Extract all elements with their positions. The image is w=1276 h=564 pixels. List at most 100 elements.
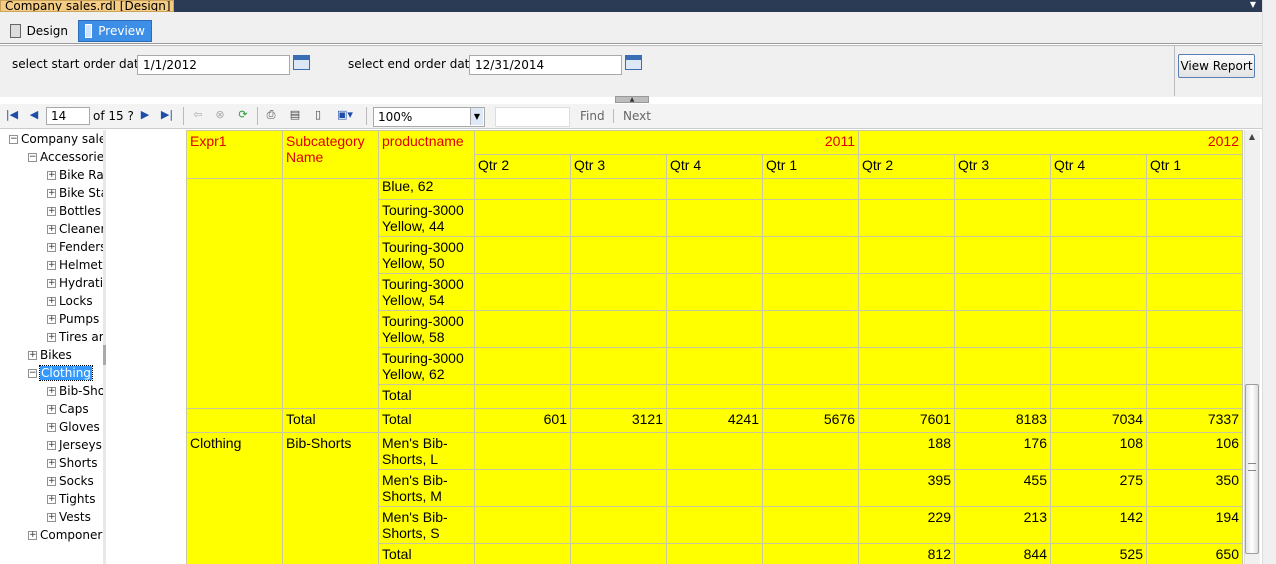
table-cell	[762, 469, 859, 507]
zoom-select[interactable]: 100%	[373, 107, 485, 127]
expand-icon[interactable]: +	[47, 296, 56, 306]
table-row: Clothing Bib-Shorts Men's Bib-Shorts, L 188…	[186, 432, 1243, 564]
view-tab-bar	[0, 12, 1276, 44]
expand-icon[interactable]: +	[47, 404, 56, 414]
tree-node-item[interactable]: + Pumps	[47, 311, 99, 327]
tab-design-label: Design	[26, 24, 68, 38]
table-cell	[1050, 178, 1147, 200]
expand-icon[interactable]: +	[47, 170, 56, 180]
document-tab[interactable]: Company sales.rdl [Design] ✕	[0, 0, 174, 12]
tab-preview[interactable]: Preview	[78, 20, 152, 42]
next-link[interactable]: Next	[623, 109, 651, 123]
expand-icon[interactable]: +	[47, 314, 56, 324]
collapse-icon[interactable]: −	[9, 134, 18, 144]
expand-icon[interactable]: +	[47, 494, 56, 504]
product-name-cell: Men's Bib-Shorts, L	[378, 432, 475, 470]
table-cell: 3121	[570, 408, 667, 433]
chevron-down-icon[interactable]: ▼	[470, 108, 483, 125]
expand-icon[interactable]: +	[47, 458, 56, 468]
last-page-icon[interactable]: ▶|	[160, 108, 174, 122]
table-cell: Total	[378, 408, 475, 433]
stop-icon[interactable]: ⊗	[213, 108, 227, 122]
tree-node-item[interactable]: + Tires ar	[47, 329, 104, 345]
page-setup-icon[interactable]: ▯	[311, 108, 325, 122]
tree-node-clothing[interactable]: − Clothing	[28, 365, 93, 381]
scroll-up-icon[interactable]: ▲	[1246, 132, 1258, 144]
table-cell: 844	[954, 543, 1051, 564]
page-number-input[interactable]	[46, 107, 90, 125]
back-icon[interactable]: ⇦	[191, 108, 205, 122]
tree-node-bikes[interactable]: + Bikes	[28, 347, 72, 363]
view-report-button[interactable]: View Report	[1178, 54, 1255, 78]
find-input[interactable]	[495, 107, 570, 127]
collapse-icon[interactable]: −	[28, 152, 37, 162]
tree-node-item[interactable]: + Bib-Sho	[47, 383, 104, 399]
tree-node-components[interactable]: + Componer	[28, 527, 102, 543]
calendar-icon[interactable]	[625, 55, 642, 70]
expand-icon[interactable]: +	[28, 530, 37, 540]
start-date-input[interactable]	[137, 55, 290, 75]
tab-design[interactable]: Design	[4, 20, 74, 42]
expand-icon[interactable]: +	[47, 386, 56, 396]
tree-node-item[interactable]: + Shorts	[47, 455, 97, 471]
expand-icon[interactable]: +	[47, 188, 56, 198]
expand-icon[interactable]: +	[47, 224, 56, 234]
tree-node-item[interactable]: + Helmet	[47, 257, 103, 273]
collapse-icon[interactable]: −	[28, 368, 37, 378]
prev-page-icon[interactable]: ◀	[27, 108, 41, 122]
expand-icon[interactable]: +	[47, 512, 56, 522]
end-date-input[interactable]	[469, 55, 622, 75]
expand-icon[interactable]: +	[47, 278, 56, 288]
tree-node-item[interactable]: + Tights	[47, 491, 95, 507]
side-panel-edge	[1262, 0, 1276, 564]
print-layout-icon[interactable]: ▤	[288, 108, 302, 122]
table-cell	[1146, 384, 1243, 409]
table-cell	[666, 469, 763, 507]
tree-node-item[interactable]: + Bike Sta	[47, 185, 104, 201]
calendar-icon[interactable]	[293, 55, 310, 70]
table-cell: 7601	[858, 408, 955, 433]
table-cell: 275	[1050, 469, 1147, 507]
header-quarter: Qtr 4	[1050, 154, 1147, 179]
expand-icon[interactable]: +	[47, 242, 56, 252]
table-cell	[570, 236, 667, 274]
table-cell	[474, 236, 571, 274]
tree-node-item[interactable]: + Bike Ra	[47, 167, 104, 183]
table-cell: 142	[1050, 506, 1147, 544]
expand-icon[interactable]: +	[47, 422, 56, 432]
tree-node-item[interactable]: + Jerseys	[47, 437, 102, 453]
table-cell	[1050, 236, 1147, 274]
first-page-icon[interactable]: |◀	[5, 108, 19, 122]
tree-node-item[interactable]: + Cleaner	[47, 221, 104, 237]
expand-icon[interactable]: +	[47, 206, 56, 216]
divider	[1174, 46, 1175, 96]
export-icon[interactable]: ▣▾	[333, 108, 357, 122]
tree-node-item[interactable]: + Vests	[47, 509, 91, 525]
table-cell	[474, 432, 571, 470]
window-list-dropdown-icon[interactable]: ▼	[1247, 0, 1259, 10]
next-page-icon[interactable]: ▶	[138, 108, 152, 122]
table-cell	[570, 178, 667, 200]
tree-node-item[interactable]: + Locks	[47, 293, 93, 309]
tree-node-item[interactable]: + Bottles	[47, 203, 101, 219]
find-link[interactable]: Find	[580, 109, 605, 123]
tree-node-item[interactable]: + Caps	[47, 401, 89, 417]
collapse-parameters-icon[interactable]: ▲	[615, 96, 649, 103]
expand-icon[interactable]: +	[28, 350, 37, 360]
expand-icon[interactable]: +	[47, 476, 56, 486]
print-icon[interactable]: ⎙	[264, 108, 278, 122]
refresh-icon[interactable]: ⟳	[236, 108, 250, 122]
tree-node-item[interactable]: + Hydrati	[47, 275, 103, 291]
divider	[613, 109, 614, 123]
tree-node-root[interactable]: − Company sale	[9, 131, 104, 147]
table-cell	[762, 432, 859, 470]
table-cell	[1146, 178, 1243, 200]
expand-icon[interactable]: +	[47, 440, 56, 450]
expand-icon[interactable]: +	[47, 260, 56, 270]
tree-node-item[interactable]: + Socks	[47, 473, 94, 489]
tree-node-item[interactable]: + Gloves	[47, 419, 100, 435]
tree-node-item[interactable]: + Fenders	[47, 239, 104, 255]
table-cell	[1050, 347, 1147, 385]
expand-icon[interactable]: +	[47, 332, 56, 342]
tree-node-accessories[interactable]: − Accessorie	[28, 149, 104, 165]
